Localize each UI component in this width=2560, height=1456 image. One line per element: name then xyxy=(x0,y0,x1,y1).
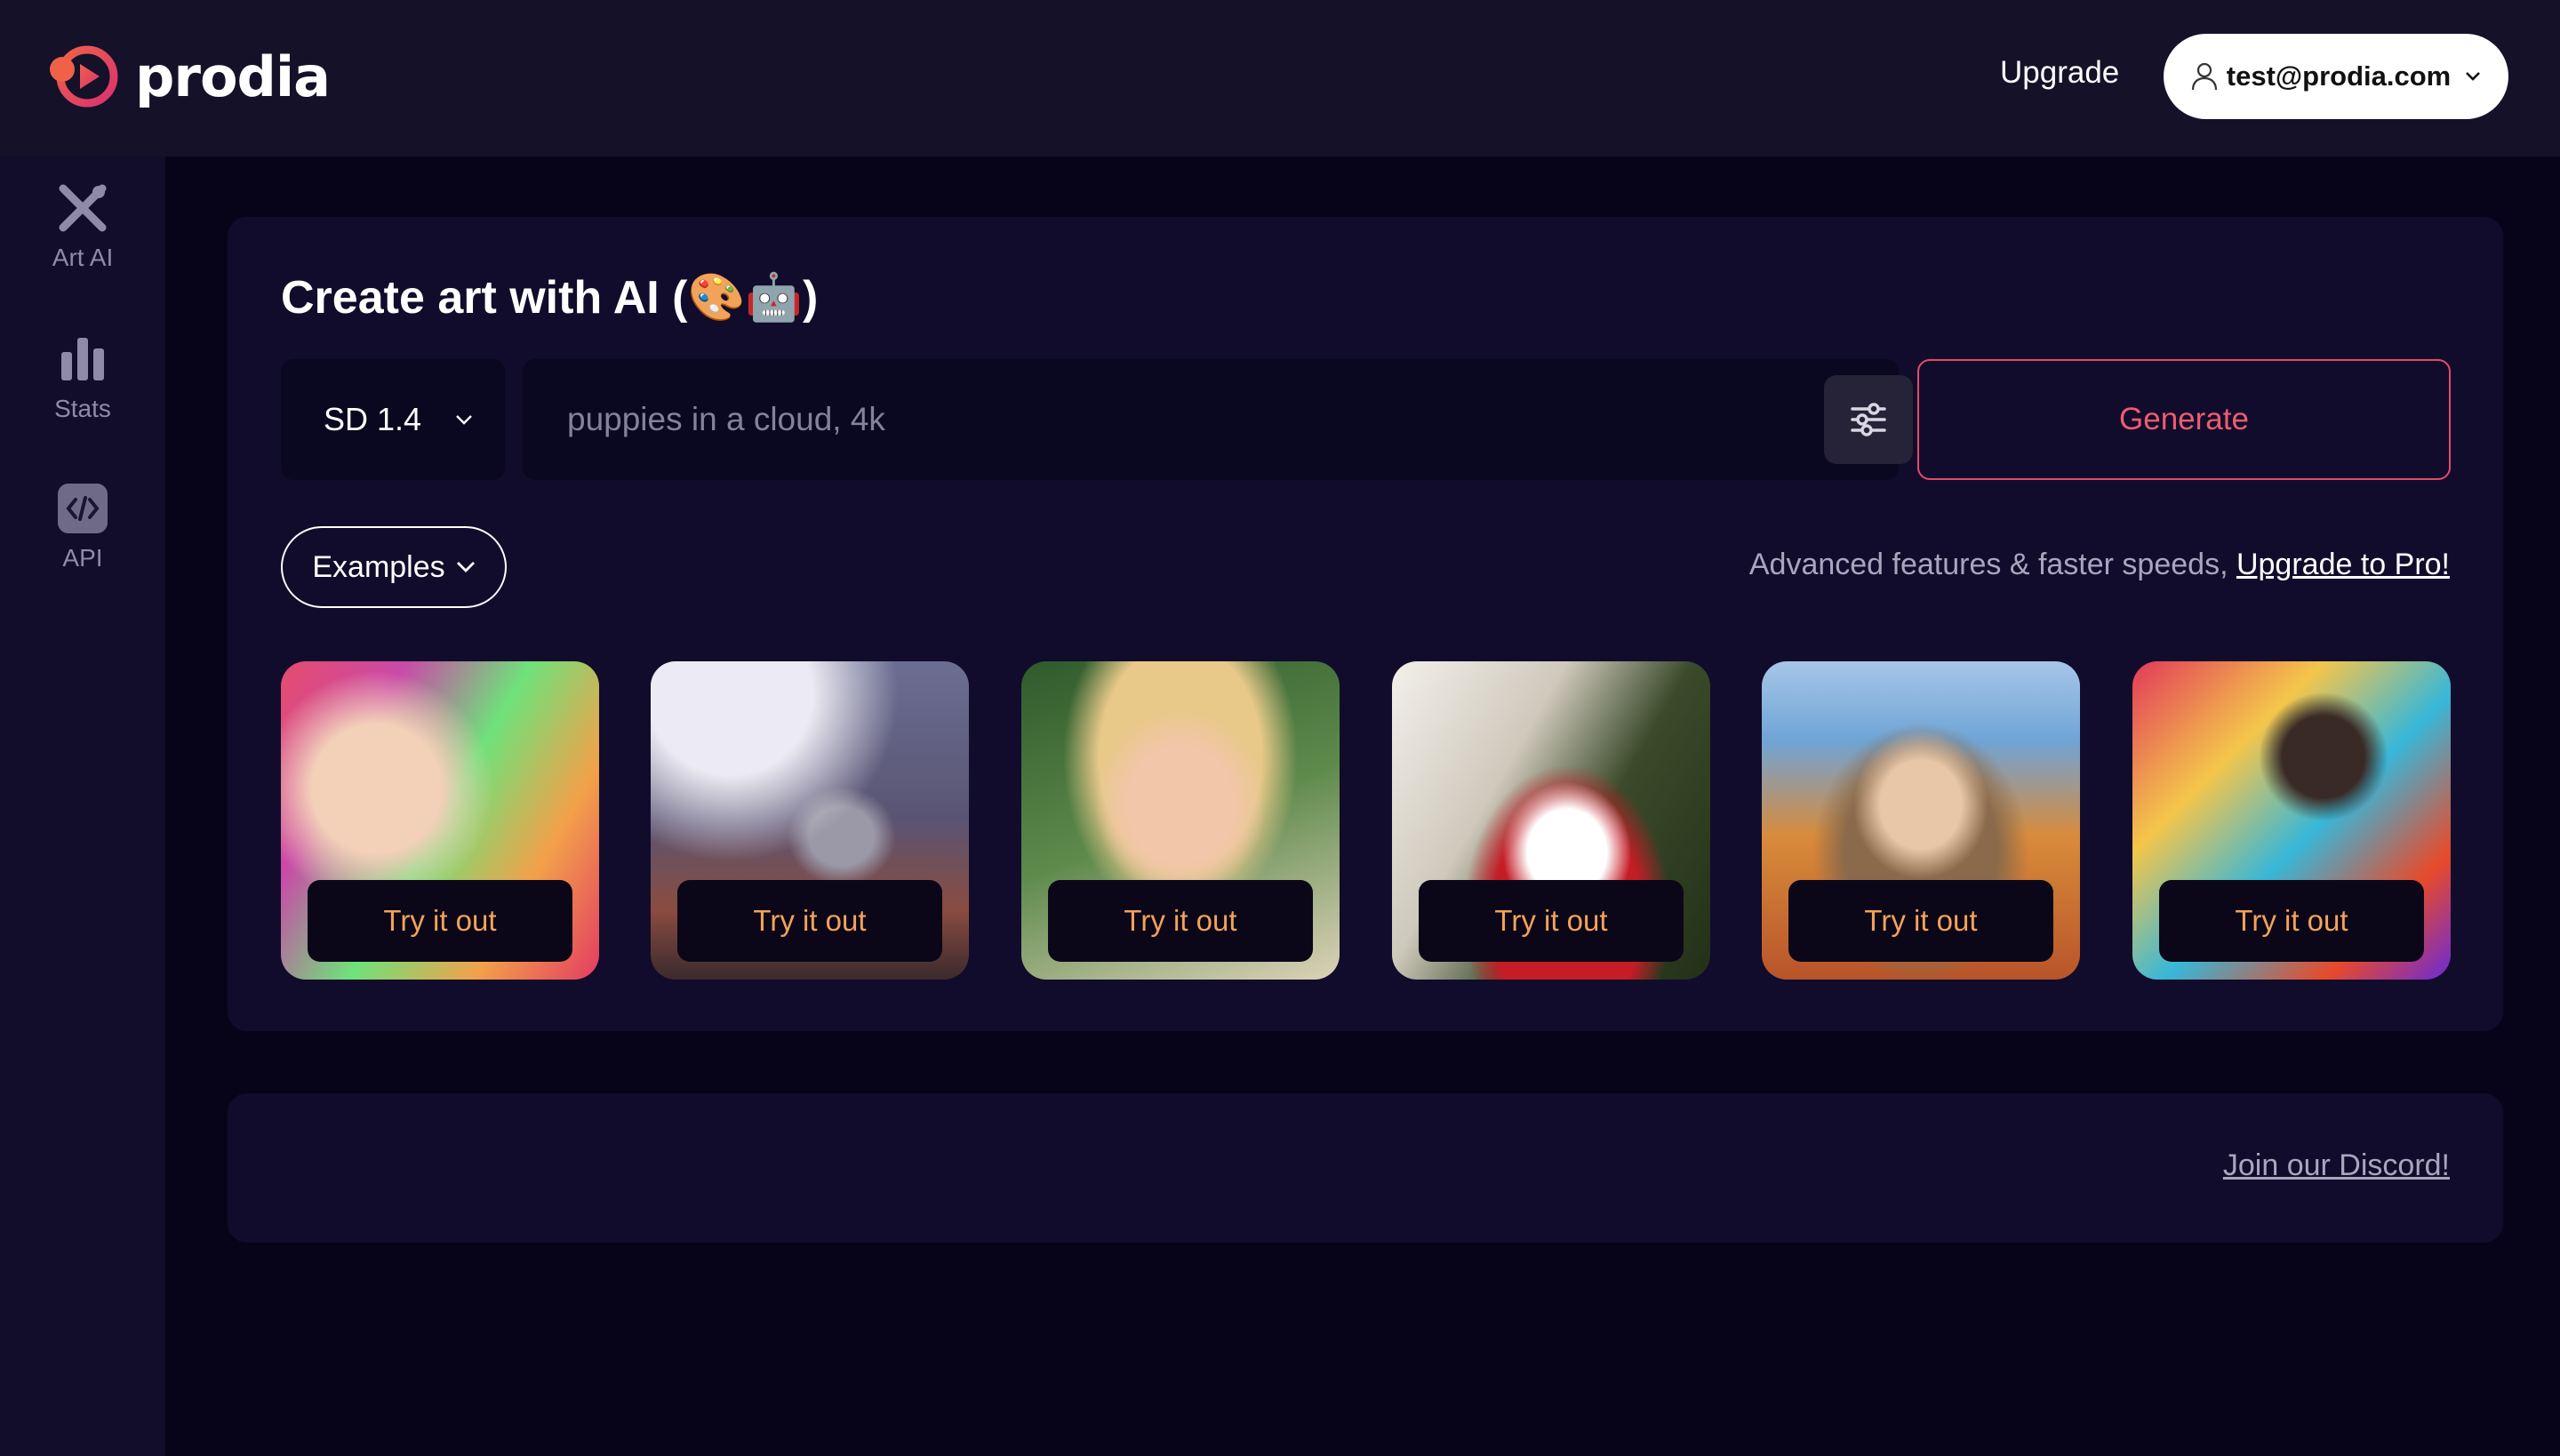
brand-logo[interactable]: prodia xyxy=(43,43,331,110)
generate-button[interactable]: Generate xyxy=(1917,359,2451,480)
try-it-out-button[interactable]: Try it out xyxy=(677,880,942,962)
chevron-down-icon xyxy=(456,415,472,425)
example-tile[interactable]: Try it out xyxy=(281,661,599,980)
examples-label: Examples xyxy=(312,549,445,584)
prompt-box xyxy=(523,359,1913,480)
footer-card: Join our Discord! xyxy=(228,1093,2503,1243)
page-title: Create art with AI (🎨🤖) xyxy=(281,272,819,324)
chevron-down-icon xyxy=(2466,72,2481,81)
example-tile[interactable]: Try it out xyxy=(2132,661,2451,980)
example-tile[interactable]: Try it out xyxy=(1392,661,1710,980)
sidebar-item-art-ai[interactable]: Art AI xyxy=(0,181,165,272)
sidebar-item-label: API xyxy=(62,544,103,572)
sidebar-item-api[interactable]: API xyxy=(0,482,165,572)
example-gallery: Try it out Try it out Try it out Try it … xyxy=(281,661,2451,980)
model-select[interactable]: SD 1.4 xyxy=(281,359,505,480)
account-menu-button[interactable]: test@prodia.com xyxy=(2164,34,2508,119)
prodia-logo-icon xyxy=(50,45,118,108)
user-icon xyxy=(2191,62,2217,91)
art-ai-icon xyxy=(59,184,107,232)
upgrade-to-pro-link[interactable]: Upgrade to Pro! xyxy=(2236,548,2450,581)
sidebar: Art AI Stats API xyxy=(0,156,165,1456)
promo-text: Advanced features & faster speeds, xyxy=(1748,548,2236,581)
sliders-icon xyxy=(1851,403,1886,436)
brand-name: prodia xyxy=(135,44,331,109)
prompt-input[interactable] xyxy=(523,359,1767,480)
bar-chart-icon xyxy=(61,338,104,380)
sidebar-item-label: Art AI xyxy=(52,244,114,271)
upgrade-promo: Advanced features & faster speeds, Upgra… xyxy=(1749,548,2450,582)
model-select-value: SD 1.4 xyxy=(324,401,422,437)
try-it-out-button[interactable]: Try it out xyxy=(1788,880,2053,962)
sidebar-item-label: Stats xyxy=(54,395,111,422)
try-it-out-button[interactable]: Try it out xyxy=(2159,880,2424,962)
create-art-card: Create art with AI (🎨🤖) SD 1.4 Generate … xyxy=(228,217,2503,1031)
try-it-out-button[interactable]: Try it out xyxy=(308,880,572,962)
upgrade-link[interactable]: Upgrade xyxy=(2000,55,2119,91)
example-tile[interactable]: Try it out xyxy=(1021,661,1340,980)
settings-button[interactable] xyxy=(1824,375,1913,464)
chevron-down-icon xyxy=(456,562,475,572)
top-bar: prodia Upgrade test@prodia.com xyxy=(0,0,2560,156)
discord-link[interactable]: Join our Discord! xyxy=(2223,1148,2450,1183)
example-tile[interactable]: Try it out xyxy=(651,661,969,980)
account-email: test@prodia.com xyxy=(2226,60,2452,92)
try-it-out-button[interactable]: Try it out xyxy=(1419,880,1684,962)
sidebar-item-stats[interactable]: Stats xyxy=(0,332,165,423)
examples-dropdown[interactable]: Examples xyxy=(281,526,507,608)
try-it-out-button[interactable]: Try it out xyxy=(1048,880,1313,962)
example-tile[interactable]: Try it out xyxy=(1762,661,2080,980)
code-icon xyxy=(58,484,108,533)
